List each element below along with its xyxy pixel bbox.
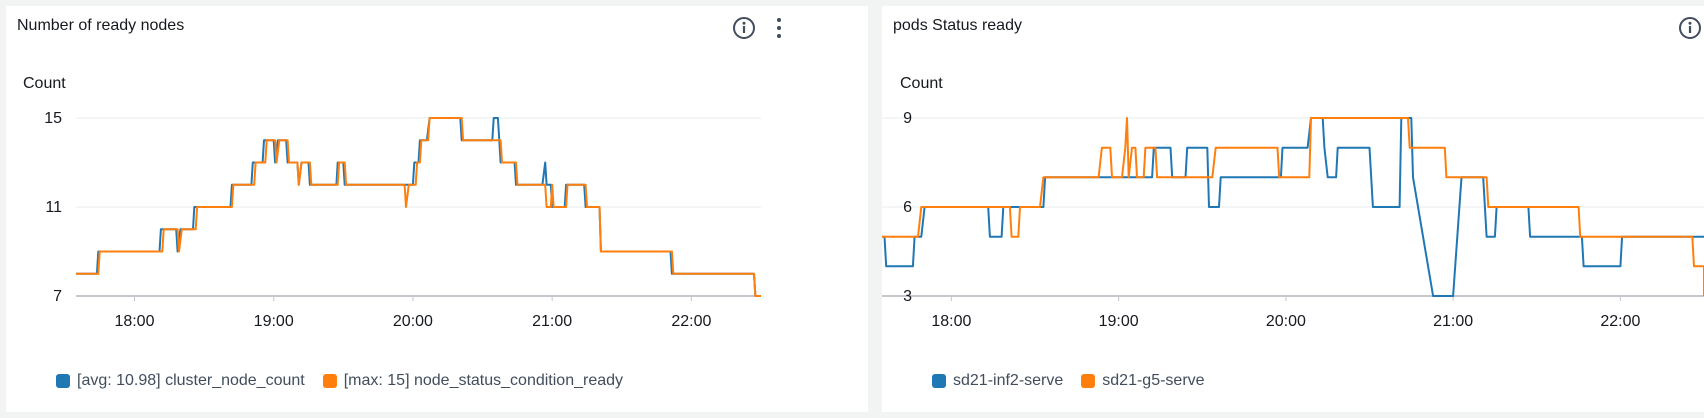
- legend-swatch: [1081, 374, 1096, 388]
- x-tick-label: 19:00: [254, 313, 294, 330]
- legend-swatch: [932, 374, 946, 388]
- y-axis-title: Count: [900, 75, 943, 92]
- y-tick-label: 6: [903, 199, 912, 216]
- legend-item-series-2[interactable]: [max: 15] node_status_condition_ready: [322, 372, 624, 390]
- legend-item-series-1[interactable]: [avg: 10.98] cluster_node_count: [56, 372, 305, 390]
- legend: sd21-inf2-serve sd21-g5-serve: [932, 372, 1223, 390]
- y-tick-label: 9: [903, 110, 912, 127]
- x-tick-label: 20:00: [1266, 313, 1306, 330]
- x-tick-label: 21:00: [532, 313, 572, 330]
- legend-item-series-2[interactable]: sd21-g5-serve: [1081, 372, 1205, 390]
- y-tick-label: 3: [903, 288, 912, 305]
- chart-panel-ready-nodes: Number of ready nodes Count 7 11 15 18:00 19:…: [6, 6, 868, 412]
- chart-panel-pods-status: pods Status ready Count 3 6 9 18:00 19:00 20:0…: [882, 6, 1704, 412]
- y-tick-label: 11: [45, 199, 62, 216]
- legend-swatch: [322, 374, 337, 388]
- x-tick-label: 18:00: [931, 313, 971, 330]
- x-tick-label: 18:00: [114, 313, 154, 330]
- legend-label: [max: 15] node_status_condition_ready: [343, 372, 624, 389]
- x-tick-label: 22:00: [671, 313, 711, 330]
- chart-ready-nodes: Count 7 11 15 18:00 19:00 20:00 21:00 22:00: [23, 75, 761, 330]
- legend-swatch: [56, 374, 70, 388]
- legend: [avg: 10.98] cluster_node_count [max: 15…: [56, 372, 641, 390]
- legend-label: sd21-g5-serve: [1102, 372, 1205, 389]
- chart-pods-status: Count 3 6 9 18:00 19:00 20:00 21:00 22:00: [882, 75, 1704, 330]
- x-tick-label: 21:00: [1433, 313, 1473, 330]
- y-axis-title: Count: [23, 75, 66, 92]
- x-tick-label: 20:00: [393, 313, 433, 330]
- legend-label: [avg: 10.98] cluster_node_count: [77, 372, 305, 389]
- legend-item-series-1[interactable]: sd21-inf2-serve: [932, 372, 1063, 390]
- legend-label: sd21-inf2-serve: [953, 372, 1064, 389]
- x-tick-label: 22:00: [1600, 313, 1640, 330]
- y-tick-label: 7: [53, 288, 62, 305]
- y-tick-label: 15: [44, 110, 62, 127]
- x-tick-label: 19:00: [1099, 313, 1139, 330]
